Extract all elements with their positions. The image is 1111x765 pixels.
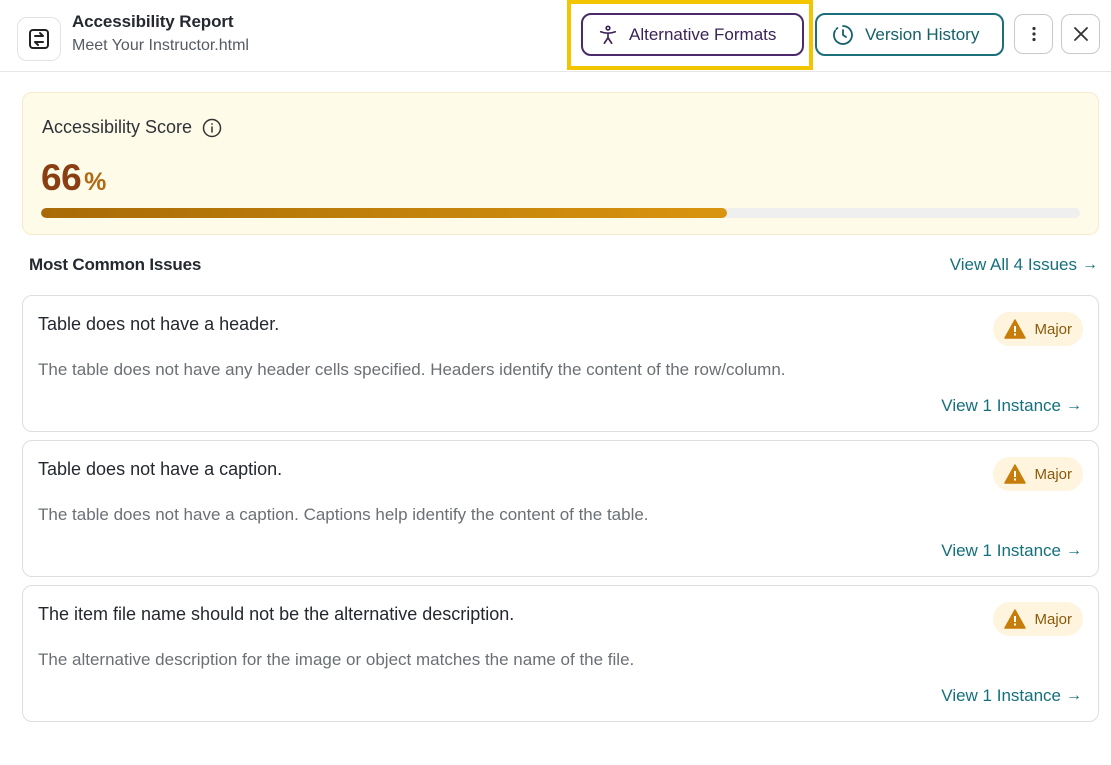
severity-badge: Major bbox=[993, 457, 1083, 491]
warning-icon bbox=[1004, 464, 1027, 484]
more-vertical-icon bbox=[1025, 25, 1043, 43]
severity-badge: Major bbox=[993, 602, 1083, 636]
warning-icon bbox=[1004, 609, 1027, 629]
issue-description: The table does not have any header cells… bbox=[38, 360, 786, 379]
close-button[interactable] bbox=[1061, 14, 1100, 54]
arrow-right-icon: → bbox=[1082, 256, 1098, 273]
view-instance-label: View 1 Instance bbox=[941, 541, 1061, 560]
score-number: 66 bbox=[41, 157, 82, 198]
issue-title: Table does not have a caption. bbox=[38, 459, 283, 479]
issue-card: Table does not have a header. Major The … bbox=[22, 295, 1099, 432]
view-all-issues-link[interactable]: View All 4 Issues → bbox=[950, 255, 1098, 275]
arrow-right-icon: → bbox=[1066, 542, 1082, 559]
arrow-right-icon: → bbox=[1066, 397, 1082, 414]
accessibility-person-icon bbox=[597, 24, 619, 46]
warning-icon bbox=[1004, 319, 1027, 339]
issue-card: Table does not have a caption. Major The… bbox=[22, 440, 1099, 577]
version-history-button[interactable]: Version History bbox=[815, 13, 1004, 56]
alternative-formats-button[interactable]: Alternative Formats bbox=[581, 13, 804, 56]
issue-title: The item file name should not be the alt… bbox=[38, 604, 515, 624]
section-title: Most Common Issues bbox=[29, 255, 202, 274]
report-header: Accessibility Report Meet Your Instructo… bbox=[0, 0, 1111, 72]
severity-label: Major bbox=[1034, 610, 1072, 628]
score-heading: Accessibility Score bbox=[42, 117, 222, 138]
view-instance-link[interactable]: View 1 Instance → bbox=[941, 686, 1082, 706]
issue-title: Table does not have a header. bbox=[38, 314, 280, 334]
arrow-right-icon: → bbox=[1066, 687, 1082, 704]
alternative-formats-label: Alternative Formats bbox=[629, 24, 777, 44]
score-progress-fill bbox=[41, 208, 727, 218]
accessibility-score-card: Accessibility Score 66 % bbox=[22, 92, 1099, 235]
more-options-button[interactable] bbox=[1014, 14, 1053, 54]
page-title: Accessibility Report bbox=[72, 12, 234, 31]
file-name: Meet Your Instructor.html bbox=[72, 37, 249, 54]
version-history-label: Version History bbox=[865, 24, 980, 44]
score-unit: % bbox=[84, 168, 107, 196]
view-instance-label: View 1 Instance bbox=[941, 396, 1061, 415]
view-instance-link[interactable]: View 1 Instance → bbox=[941, 541, 1082, 561]
issue-card: The item file name should not be the alt… bbox=[22, 585, 1099, 722]
score-label: Accessibility Score bbox=[42, 117, 193, 137]
severity-label: Major bbox=[1034, 465, 1072, 483]
issue-description: The table does not have a caption. Capti… bbox=[38, 505, 649, 524]
close-icon bbox=[1073, 26, 1089, 42]
view-instance-label: View 1 Instance bbox=[941, 686, 1061, 705]
view-instance-link[interactable]: View 1 Instance → bbox=[941, 396, 1082, 416]
issue-description: The alternative description for the imag… bbox=[38, 650, 635, 669]
severity-badge: Major bbox=[993, 312, 1083, 346]
view-all-label: View All 4 Issues bbox=[949, 255, 1077, 274]
score-progress-bar bbox=[41, 208, 1080, 218]
history-clock-icon bbox=[831, 23, 855, 47]
info-icon[interactable] bbox=[202, 118, 222, 138]
swap-arrows-icon bbox=[17, 17, 61, 61]
severity-label: Major bbox=[1034, 320, 1072, 338]
score-value: 66 % bbox=[41, 157, 106, 199]
